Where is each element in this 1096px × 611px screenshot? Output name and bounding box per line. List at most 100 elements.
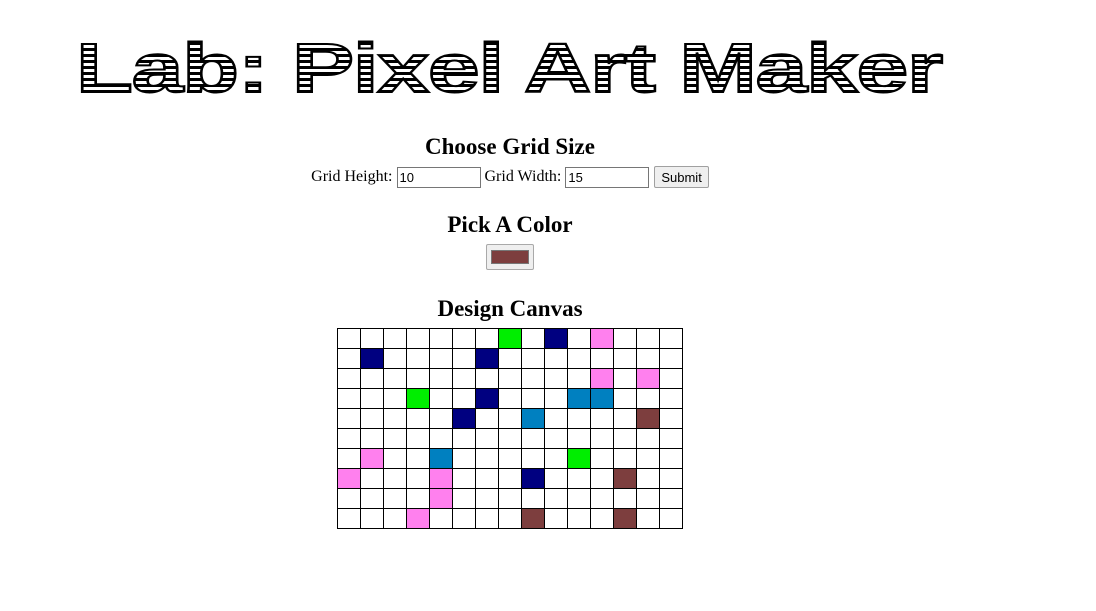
canvas-cell[interactable]: [659, 508, 683, 529]
canvas-cell[interactable]: [475, 508, 499, 529]
canvas-cell[interactable]: [337, 408, 361, 429]
canvas-cell[interactable]: [383, 388, 407, 409]
canvas-cell[interactable]: [567, 348, 591, 369]
canvas-cell[interactable]: [521, 328, 545, 349]
canvas-cell[interactable]: [590, 488, 614, 509]
canvas-cell[interactable]: [360, 448, 384, 469]
canvas-cell[interactable]: [521, 368, 545, 389]
canvas-cell[interactable]: [429, 328, 453, 349]
canvas-cell[interactable]: [590, 388, 614, 409]
color-picker[interactable]: [486, 244, 534, 270]
canvas-cell[interactable]: [521, 408, 545, 429]
canvas-cell[interactable]: [429, 428, 453, 449]
canvas-cell[interactable]: [452, 488, 476, 509]
canvas-cell[interactable]: [659, 368, 683, 389]
canvas-cell[interactable]: [590, 448, 614, 469]
canvas-cell[interactable]: [521, 468, 545, 489]
canvas-cell[interactable]: [498, 448, 522, 469]
canvas-cell[interactable]: [636, 468, 660, 489]
canvas-cell[interactable]: [360, 388, 384, 409]
canvas-cell[interactable]: [636, 448, 660, 469]
canvas-cell[interactable]: [567, 488, 591, 509]
canvas-cell[interactable]: [590, 348, 614, 369]
canvas-cell[interactable]: [521, 428, 545, 449]
canvas-cell[interactable]: [567, 468, 591, 489]
canvas-cell[interactable]: [521, 488, 545, 509]
canvas-cell[interactable]: [521, 348, 545, 369]
canvas-cell[interactable]: [452, 368, 476, 389]
canvas-cell[interactable]: [383, 428, 407, 449]
grid-height-input[interactable]: [396, 166, 481, 188]
canvas-cell[interactable]: [475, 468, 499, 489]
canvas-cell[interactable]: [383, 408, 407, 429]
canvas-cell[interactable]: [406, 408, 430, 429]
canvas-cell[interactable]: [337, 328, 361, 349]
canvas-cell[interactable]: [613, 368, 637, 389]
canvas-cell[interactable]: [452, 328, 476, 349]
canvas-cell[interactable]: [429, 388, 453, 409]
canvas-cell[interactable]: [613, 348, 637, 369]
canvas-cell[interactable]: [360, 428, 384, 449]
canvas-cell[interactable]: [636, 348, 660, 369]
canvas-cell[interactable]: [544, 468, 568, 489]
canvas-cell[interactable]: [521, 508, 545, 529]
canvas-cell[interactable]: [406, 488, 430, 509]
canvas-cell[interactable]: [452, 448, 476, 469]
canvas-cell[interactable]: [429, 348, 453, 369]
canvas-cell[interactable]: [636, 388, 660, 409]
canvas-cell[interactable]: [636, 488, 660, 509]
canvas-cell[interactable]: [429, 468, 453, 489]
canvas-cell[interactable]: [475, 488, 499, 509]
canvas-cell[interactable]: [521, 388, 545, 409]
canvas-cell[interactable]: [567, 428, 591, 449]
canvas-cell[interactable]: [406, 348, 430, 369]
canvas-cell[interactable]: [613, 468, 637, 489]
canvas-cell[interactable]: [498, 348, 522, 369]
canvas-cell[interactable]: [567, 448, 591, 469]
canvas-cell[interactable]: [498, 388, 522, 409]
canvas-cell[interactable]: [659, 388, 683, 409]
canvas-cell[interactable]: [383, 508, 407, 529]
canvas-cell[interactable]: [360, 328, 384, 349]
canvas-cell[interactable]: [659, 328, 683, 349]
canvas-cell[interactable]: [567, 368, 591, 389]
canvas-cell[interactable]: [337, 368, 361, 389]
canvas-cell[interactable]: [337, 448, 361, 469]
canvas-cell[interactable]: [337, 388, 361, 409]
canvas-cell[interactable]: [613, 408, 637, 429]
canvas-cell[interactable]: [636, 428, 660, 449]
canvas-cell[interactable]: [590, 328, 614, 349]
canvas-cell[interactable]: [567, 388, 591, 409]
canvas-cell[interactable]: [452, 348, 476, 369]
canvas-cell[interactable]: [521, 448, 545, 469]
canvas-cell[interactable]: [567, 508, 591, 529]
canvas-cell[interactable]: [406, 448, 430, 469]
canvas-cell[interactable]: [544, 408, 568, 429]
canvas-cell[interactable]: [337, 348, 361, 369]
canvas-cell[interactable]: [544, 328, 568, 349]
canvas-cell[interactable]: [406, 368, 430, 389]
canvas-cell[interactable]: [452, 468, 476, 489]
canvas-cell[interactable]: [452, 408, 476, 429]
canvas-cell[interactable]: [475, 348, 499, 369]
canvas-cell[interactable]: [337, 428, 361, 449]
canvas-cell[interactable]: [544, 368, 568, 389]
canvas-cell[interactable]: [406, 468, 430, 489]
canvas-cell[interactable]: [360, 468, 384, 489]
canvas-cell[interactable]: [590, 468, 614, 489]
canvas-cell[interactable]: [475, 368, 499, 389]
canvas-cell[interactable]: [613, 448, 637, 469]
canvas-cell[interactable]: [613, 428, 637, 449]
canvas-cell[interactable]: [337, 488, 361, 509]
canvas-cell[interactable]: [475, 428, 499, 449]
canvas-cell[interactable]: [406, 388, 430, 409]
canvas-cell[interactable]: [475, 448, 499, 469]
canvas-cell[interactable]: [659, 408, 683, 429]
canvas-cell[interactable]: [636, 368, 660, 389]
canvas-cell[interactable]: [475, 408, 499, 429]
canvas-cell[interactable]: [613, 388, 637, 409]
canvas-cell[interactable]: [544, 488, 568, 509]
canvas-cell[interactable]: [590, 508, 614, 529]
canvas-cell[interactable]: [567, 408, 591, 429]
canvas-cell[interactable]: [406, 328, 430, 349]
